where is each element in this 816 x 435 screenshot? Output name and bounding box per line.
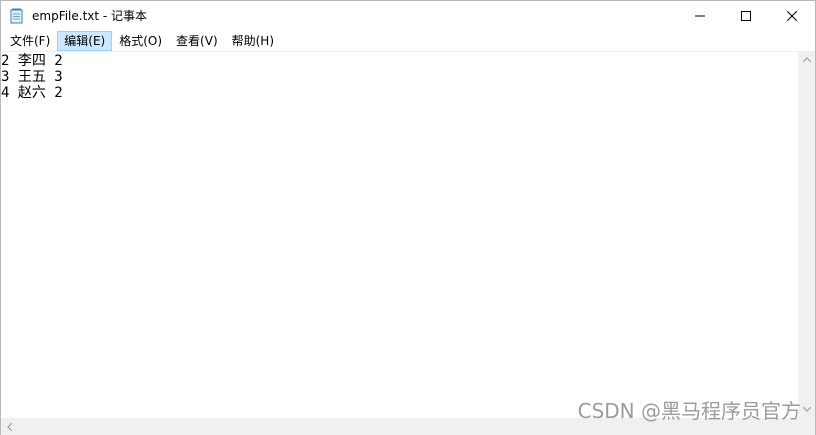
window-title: empFile.txt - 记事本 — [32, 9, 148, 23]
notepad-icon[interactable] — [10, 8, 24, 24]
menu-bar: 文件(F) 编辑(E) 格式(O) 查看(V) 帮助(H) — [1, 31, 815, 51]
menu-help[interactable]: 帮助(H) — [225, 31, 281, 51]
maximize-button[interactable] — [723, 1, 769, 31]
text-line: 3 王五 3 — [1, 69, 63, 85]
text-editor[interactable]: 2 李四 2 3 王五 3 4 赵六 2 — [1, 51, 798, 418]
text-line: 2 李四 2 — [1, 53, 63, 69]
minimize-button[interactable] — [677, 1, 723, 31]
menu-edit[interactable]: 编辑(E) — [57, 31, 113, 51]
chevron-left-icon — [7, 422, 12, 431]
text-line: 4 赵六 2 — [1, 85, 63, 101]
title-bar[interactable]: empFile.txt - 记事本 — [1, 1, 815, 31]
menu-file[interactable]: 文件(F) — [3, 31, 57, 51]
close-icon — [787, 11, 797, 21]
chevron-down-icon — [802, 407, 811, 412]
menu-format[interactable]: 格式(O) — [112, 31, 169, 51]
scroll-up-button[interactable] — [798, 51, 815, 68]
vertical-scrollbar[interactable] — [798, 51, 815, 418]
menu-view[interactable]: 查看(V) — [169, 31, 225, 51]
chevron-up-icon — [802, 57, 811, 62]
notepad-window: empFile.txt - 记事本 文件(F) 编辑(E) 格式(O) 查看(V… — [0, 0, 816, 435]
maximize-icon — [741, 11, 751, 21]
close-button[interactable] — [769, 1, 815, 31]
minimize-icon — [695, 15, 705, 17]
scroll-left-button[interactable] — [1, 418, 18, 435]
watermark-text: CSDN @黑马程序员官方 — [577, 399, 801, 423]
vertical-scroll-track[interactable] — [800, 68, 813, 401]
